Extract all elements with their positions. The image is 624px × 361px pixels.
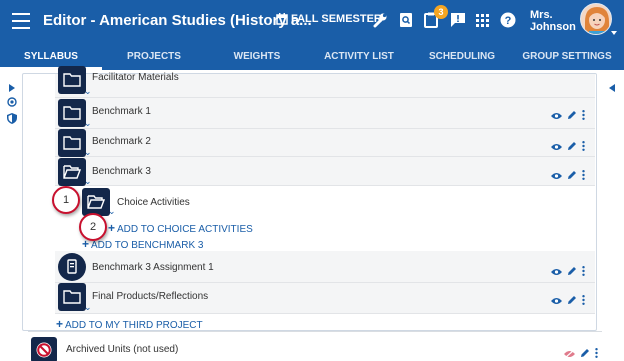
link-label: ADD TO MY THIRD PROJECT — [65, 320, 203, 331]
folder-icon — [58, 283, 86, 311]
tab-projects[interactable]: PROJECTS — [102, 44, 206, 70]
tab-syllabus[interactable]: SYLLABUS — [0, 44, 102, 70]
chevron-down-icon[interactable] — [611, 31, 617, 35]
row-label: Archived Units (not used) — [66, 344, 179, 355]
list-item-choice-activities[interactable]: ⌄ Choice Activities — [82, 188, 282, 216]
callout-1: 1 — [52, 186, 80, 214]
pencil-icon[interactable] — [567, 295, 577, 305]
document-icon — [58, 253, 86, 281]
list-item[interactable]: ⌄ Benchmark 1 — [55, 98, 595, 129]
tab-bar: SYLLABUS PROJECTS WEIGHTS ACTIVITY LIST … — [0, 44, 624, 70]
row-label: Final Products/Reflections — [92, 291, 209, 302]
list-item[interactable]: Benchmark 3 Assignment 1 — [55, 251, 595, 283]
apps-grid-icon[interactable] — [476, 14, 489, 27]
list-item-archived[interactable]: Archived Units (not used) — [28, 331, 602, 361]
link-label: ADD TO BENCHMARK 3 — [91, 240, 204, 251]
search-doc-icon[interactable] — [399, 12, 413, 28]
eye-icon[interactable] — [551, 172, 562, 180]
add-to-choice-activities-link[interactable]: + ADD TO CHOICE ACTIVITIES — [108, 221, 253, 235]
folder-icon — [58, 129, 86, 157]
chevron-down-icon[interactable]: ⌄ — [84, 118, 92, 129]
chevron-down-icon[interactable]: ⌄ — [84, 86, 92, 97]
row-label: Benchmark 2 — [92, 136, 151, 147]
blocked-icon — [31, 337, 57, 361]
calendar-icon — [276, 13, 288, 25]
link-label: ADD TO CHOICE ACTIVITIES — [117, 224, 253, 235]
folder-icon — [58, 66, 86, 94]
expand-right-icon[interactable] — [9, 84, 15, 92]
eye-icon[interactable] — [551, 143, 562, 151]
list-item[interactable]: ⌄ Benchmark 3 — [55, 157, 595, 186]
row-label: Benchmark 3 — [92, 166, 151, 177]
left-rail — [0, 70, 22, 361]
wrench-icon[interactable] — [372, 12, 388, 28]
chevron-down-icon[interactable]: ⌄ — [84, 302, 92, 313]
right-rail — [602, 70, 624, 361]
user-name[interactable]: Mrs. Johnson — [530, 9, 576, 33]
pencil-icon[interactable] — [567, 170, 577, 180]
more-vert-icon[interactable] — [582, 141, 585, 151]
more-vert-icon[interactable] — [582, 266, 585, 276]
tab-group-settings[interactable]: GROUP SETTINGS — [514, 44, 620, 70]
folder-open-icon — [82, 188, 110, 216]
page-title: Editor - American Studies (History a... — [43, 12, 312, 29]
list-item[interactable]: ⌄ Facilitator Materials — [55, 66, 595, 98]
list-item[interactable]: ⌄ Benchmark 2 — [55, 129, 595, 157]
pencil-icon[interactable] — [567, 110, 577, 120]
folder-icon — [58, 99, 86, 127]
avatar[interactable] — [580, 3, 612, 35]
more-vert-icon[interactable] — [582, 295, 585, 305]
menu-icon[interactable] — [12, 13, 30, 29]
callout-2: 2 — [79, 213, 107, 241]
eye-icon[interactable] — [551, 268, 562, 276]
svg-text:?: ? — [505, 15, 512, 27]
shield-icon[interactable] — [7, 113, 17, 124]
add-to-project-link[interactable]: + ADD TO MY THIRD PROJECT — [56, 317, 203, 331]
tab-activity-list[interactable]: ACTIVITY LIST — [308, 44, 410, 70]
notification-badge: 3 — [434, 5, 448, 19]
more-vert-icon[interactable] — [595, 348, 598, 358]
tab-scheduling[interactable]: SCHEDULING — [410, 44, 514, 70]
pencil-icon[interactable] — [567, 266, 577, 276]
list-item[interactable]: ⌄ Final Products/Reflections — [55, 283, 595, 314]
semester-label: FALL SEMESTER — [291, 13, 382, 25]
folder-open-icon — [58, 158, 86, 186]
expand-left-icon[interactable] — [609, 84, 615, 92]
pencil-icon[interactable] — [567, 141, 577, 151]
add-to-benchmark-link[interactable]: + ADD TO BENCHMARK 3 — [82, 237, 203, 251]
user-name-line2: Johnson — [530, 21, 576, 33]
tab-weights[interactable]: WEIGHTS — [206, 44, 308, 70]
message-alert-icon[interactable] — [450, 12, 466, 28]
more-vert-icon[interactable] — [582, 170, 585, 180]
top-app-bar: Editor - American Studies (History a... … — [0, 0, 624, 44]
row-label: Benchmark 3 Assignment 1 — [92, 262, 214, 273]
pencil-icon[interactable] — [580, 348, 590, 358]
semester-selector[interactable]: FALL SEMESTER — [276, 13, 382, 25]
eye-icon[interactable] — [551, 297, 562, 305]
eye-icon[interactable] — [551, 112, 562, 120]
row-label: Benchmark 1 — [92, 106, 151, 117]
target-icon[interactable] — [7, 97, 17, 107]
chevron-down-icon[interactable]: ⌄ — [108, 206, 116, 217]
row-label: Choice Activities — [117, 197, 190, 208]
user-name-line1: Mrs. — [530, 9, 553, 21]
chevron-down-icon[interactable]: ⌄ — [84, 176, 92, 187]
more-vert-icon[interactable] — [582, 110, 585, 120]
eye-off-icon[interactable] — [564, 350, 575, 358]
row-label: Facilitator Materials — [92, 72, 179, 83]
help-icon[interactable]: ? — [500, 12, 516, 28]
